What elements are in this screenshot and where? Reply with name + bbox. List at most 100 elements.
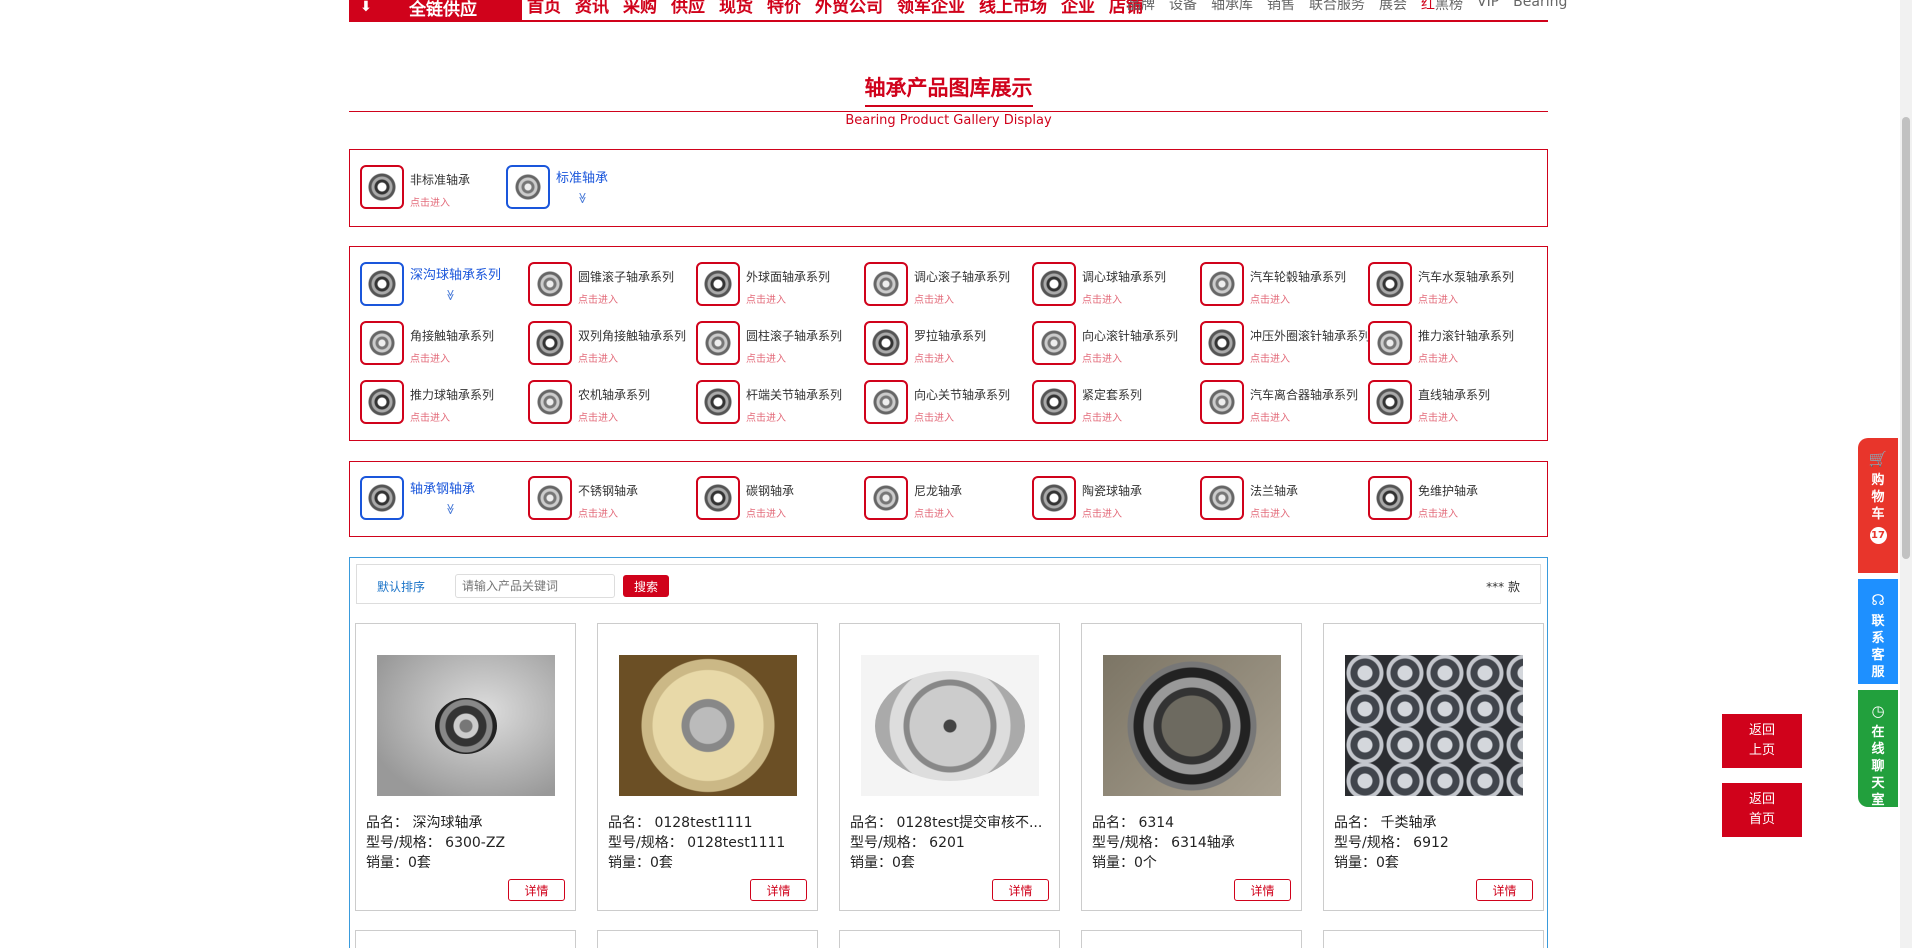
category-non-standard[interactable]: 非标准轴承 点击进入 (360, 165, 528, 211)
chat-label: 在 线 聊 天 室 (1858, 724, 1898, 809)
series-item[interactable]: 汽车轮毂轴承系列 点击进入 (1200, 262, 1368, 308)
nav-link[interactable]: 特价 (767, 0, 801, 17)
product-card-partial[interactable] (1081, 930, 1302, 948)
nav-link[interactable]: 首页 (527, 0, 561, 17)
product-card[interactable]: 品名： 6314 型号/规格： 6314轴承 销量：0个 详情 (1081, 623, 1302, 911)
product-card-partial[interactable] (355, 930, 576, 948)
detail-button[interactable]: 详情 (1476, 879, 1533, 901)
red-black-list-link[interactable]: 红黑榜 (1421, 0, 1463, 14)
series-item[interactable]: 汽车离合器轴承系列 点击进入 (1200, 380, 1368, 426)
product-card[interactable]: 品名： 千类轴承 型号/规格： 6912 销量：0套 详情 (1323, 623, 1544, 911)
product-name: 品名： 6314 (1092, 815, 1175, 831)
category-name: 不锈钢轴承 (578, 484, 639, 498)
material-item[interactable]: 尼龙轴承 点击进入 (864, 476, 1032, 522)
bearing-icon (1375, 387, 1405, 417)
series-item[interactable]: 农机轴承系列 点击进入 (528, 380, 696, 426)
series-item[interactable]: 外球面轴承系列 点击进入 (696, 262, 864, 308)
cart-label-char: 物 (1871, 490, 1885, 505)
product-card[interactable]: 品名： 0128test1111 型号/规格： 0128test1111 销量：… (597, 623, 818, 911)
product-card[interactable]: 品名： 0128test提交审核不... 型号/规格： 6201 销量：0套 详… (839, 623, 1060, 911)
product-image[interactable] (861, 655, 1039, 796)
customer-service-button[interactable]: ☊ 联 系 客 服 (1858, 579, 1898, 684)
material-item[interactable]: 不锈钢轴承 点击进入 (528, 476, 696, 522)
back-home-button[interactable]: 返回 首页 (1722, 783, 1802, 837)
sub-nav-link[interactable]: 设备 (1169, 0, 1197, 14)
series-item[interactable]: 调心球轴承系列 点击进入 (1032, 262, 1200, 308)
series-item[interactable]: 推力滚针轴承系列 点击进入 (1368, 321, 1536, 367)
material-item[interactable]: 碳钢轴承 点击进入 (696, 476, 864, 522)
series-item[interactable]: 双列角接触轴承系列 点击进入 (528, 321, 696, 367)
category-standard[interactable]: 标准轴承 ≫ (506, 165, 674, 211)
product-card-partial[interactable] (597, 930, 818, 948)
series-item[interactable]: 圆锥滚子轴承系列 点击进入 (528, 262, 696, 308)
nav-link[interactable]: 现货 (719, 0, 753, 17)
material-item[interactable]: 轴承钢轴承 ≫ (360, 476, 528, 522)
series-item[interactable]: 杆端关节轴承系列 点击进入 (696, 380, 864, 426)
series-item[interactable]: 圆柱滚子轴承系列 点击进入 (696, 321, 864, 367)
page-subtitle: Bearing Product Gallery Display (845, 113, 1052, 128)
detail-button[interactable]: 详情 (508, 879, 565, 901)
series-item[interactable]: 角接触轴承系列 点击进入 (360, 321, 528, 367)
sub-nav-link[interactable]: VIP (1477, 0, 1499, 14)
sub-nav-link[interactable]: 销售 (1267, 0, 1295, 14)
sub-nav-link[interactable]: 联合服务 (1309, 0, 1365, 14)
nav-link[interactable]: 企业 (1061, 0, 1095, 17)
category-thumb (360, 380, 404, 424)
category-name: 角接触轴承系列 (410, 329, 495, 343)
category-name: 深沟球轴承系列 (410, 268, 502, 283)
category-name: 圆锥滚子轴承系列 (578, 270, 675, 284)
back-previous-button[interactable]: 返回 上页 (1722, 714, 1802, 768)
series-item[interactable]: 罗拉轴承系列 点击进入 (864, 321, 1032, 367)
series-item[interactable]: 深沟球轴承系列 ≫ (360, 262, 528, 308)
series-item[interactable]: 汽车水泵轴承系列 点击进入 (1368, 262, 1536, 308)
bearing-icon (871, 387, 901, 417)
vertical-scrollbar[interactable] (1900, 0, 1912, 948)
chat-room-button[interactable]: ◷ 在 线 聊 天 室 (1858, 690, 1898, 809)
search-input[interactable] (455, 574, 615, 598)
nav-link[interactable]: 领军企业 (897, 0, 965, 17)
search-button[interactable]: 搜索 (623, 575, 669, 597)
sub-nav-link[interactable]: 展会 (1379, 0, 1407, 14)
detail-button[interactable]: 详情 (1234, 879, 1291, 901)
sub-nav-link[interactable]: 品牌 (1127, 0, 1155, 14)
product-info: 品名： 深沟球轴承 型号/规格： 6300-ZZ 销量：0套 (366, 813, 566, 873)
detail-button[interactable]: 详情 (750, 879, 807, 901)
chevron-down-icon: ≫ (443, 289, 457, 301)
bearing-icon (1207, 328, 1237, 358)
nav-link[interactable]: 外贸公司 (815, 0, 883, 17)
product-card-partial[interactable] (1323, 930, 1544, 948)
category-hint: 点击进入 (1082, 354, 1122, 365)
material-item[interactable]: 免维护轴承 点击进入 (1368, 476, 1536, 522)
series-item[interactable]: 调心滚子轴承系列 点击进入 (864, 262, 1032, 308)
sub-nav-link[interactable]: 轴承库 (1211, 0, 1253, 14)
series-item[interactable]: 紧定套系列 点击进入 (1032, 380, 1200, 426)
sub-nav-link[interactable]: Bearing (1513, 0, 1567, 14)
series-item[interactable]: 向心滚针轴承系列 点击进入 (1032, 321, 1200, 367)
nav-link[interactable]: 供应 (671, 0, 705, 17)
nav-link[interactable]: 采购 (623, 0, 657, 17)
supply-menu[interactable]: ⬇ 全链供应 (349, 0, 522, 22)
product-image[interactable] (1103, 655, 1281, 796)
bearing-icon (535, 269, 565, 299)
category-thumb (696, 262, 740, 306)
material-item[interactable]: 法兰轴承 点击进入 (1200, 476, 1368, 522)
category-thumb (1200, 380, 1244, 424)
product-card[interactable]: 品名： 深沟球轴承 型号/规格： 6300-ZZ 销量：0套 详情 (355, 623, 576, 911)
nav-link[interactable]: 资讯 (575, 0, 609, 17)
series-item[interactable]: 推力球轴承系列 点击进入 (360, 380, 528, 426)
series-item[interactable]: 直线轴承系列 点击进入 (1368, 380, 1536, 426)
nav-link[interactable]: 线上市场 (979, 0, 1047, 17)
default-sort-button[interactable]: 默认排序 (377, 578, 425, 595)
series-item[interactable]: 冲压外圈滚针轴承系列 点击进入 (1200, 321, 1370, 367)
category-thumb (360, 476, 404, 520)
detail-button[interactable]: 详情 (992, 879, 1049, 901)
product-image[interactable] (619, 655, 797, 796)
cart-button[interactable]: 🛒 购 物 车 17 (1858, 438, 1898, 573)
product-image[interactable] (1345, 655, 1523, 796)
series-item[interactable]: 向心关节轴承系列 点击进入 (864, 380, 1032, 426)
product-card-partial[interactable] (839, 930, 1060, 948)
bearing-icon (535, 387, 565, 417)
material-item[interactable]: 陶瓷球轴承 点击进入 (1032, 476, 1200, 522)
product-image[interactable] (377, 655, 555, 796)
scroll-thumb[interactable] (1902, 117, 1910, 559)
